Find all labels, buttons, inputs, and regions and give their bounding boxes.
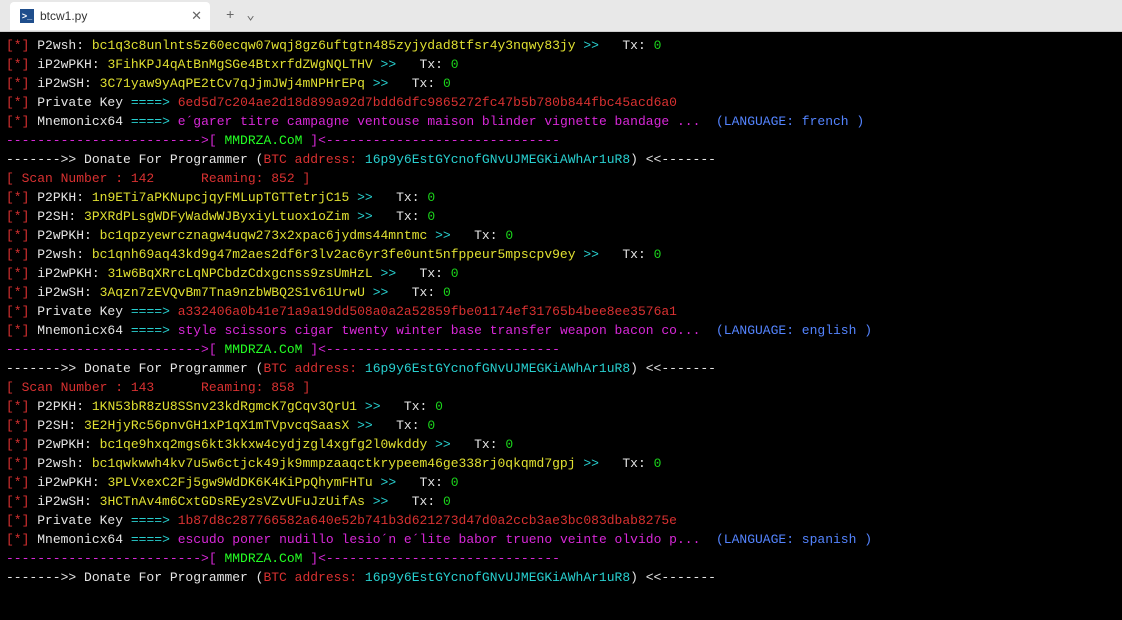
terminal-output: [*] P2wsh: bc1q3c8unlnts5z60ecqw07wqj8gz… xyxy=(0,32,1122,620)
tab-active[interactable]: >_ btcw1.py ✕ xyxy=(10,2,210,30)
close-icon[interactable]: ✕ xyxy=(191,8,202,24)
tab-title: btcw1.py xyxy=(40,9,87,23)
powershell-icon: >_ xyxy=(20,9,34,23)
new-tab-button[interactable]: + xyxy=(226,8,234,24)
tab-bar: >_ btcw1.py ✕ + ⌄ xyxy=(0,0,1122,32)
window: >_ btcw1.py ✕ + ⌄ [*] P2wsh: bc1q3c8unln… xyxy=(0,0,1122,620)
tab-dropdown-icon[interactable]: ⌄ xyxy=(246,7,254,24)
